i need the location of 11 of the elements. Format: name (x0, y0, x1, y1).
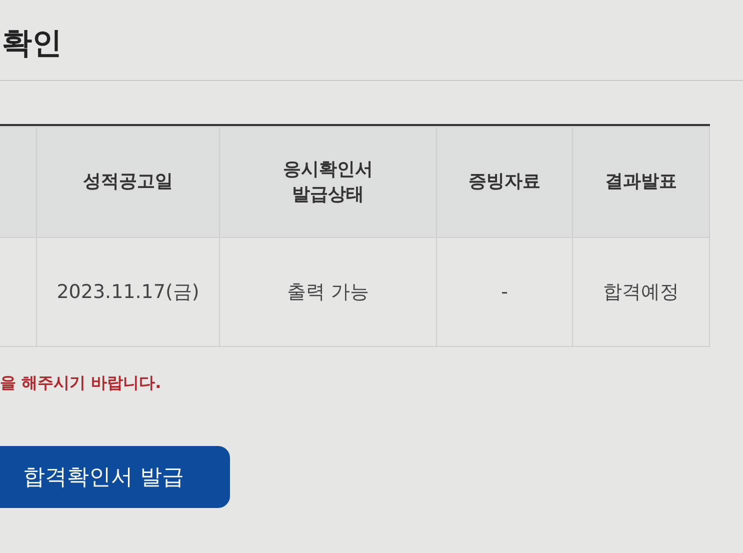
issue-button[interactable]: 합격확인서 발급 (0, 446, 230, 508)
table-cell: - (501, 281, 508, 303)
column-header: 결과발표 (605, 171, 677, 192)
column-header: 증빙자료 (468, 171, 540, 192)
table-cell: 2023.11.17(금) (56, 281, 200, 303)
page-title: 확인 (2, 24, 62, 62)
table-cell: 출력 가능 (286, 281, 370, 303)
table-cell: 합격예정 (603, 281, 679, 303)
notice-text: 을 해주시기 바랍니다. (0, 373, 162, 394)
column-header: 성적공고일 (83, 171, 173, 192)
column-header: 응시확인서 발급상태 (283, 158, 373, 205)
